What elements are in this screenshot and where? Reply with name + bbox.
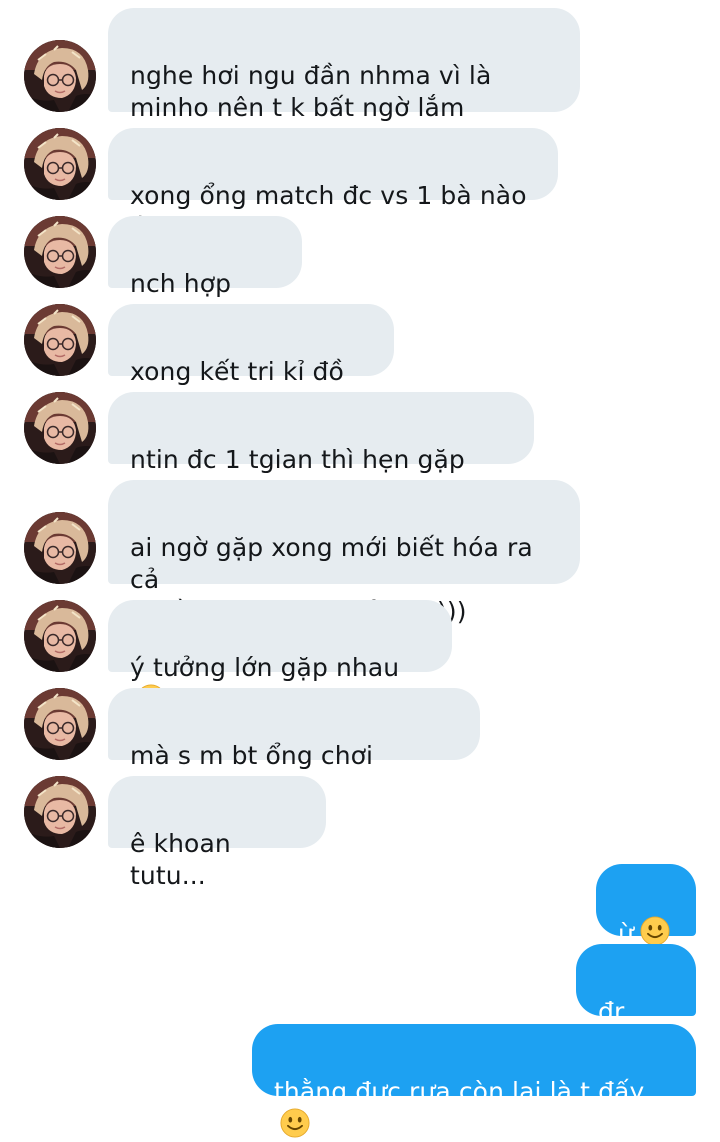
message-text: nghe hơi ngu đần nhma vì là minho nên t … bbox=[130, 61, 492, 122]
incoming-message-bubble[interactable]: nch hợp tính bbox=[108, 216, 302, 330]
message-text: ê khoan tutu... bbox=[130, 829, 231, 890]
sender-avatar[interactable] bbox=[24, 392, 96, 464]
incoming-message-bubble[interactable]: ý tưởng lớn gặp nhau bbox=[108, 600, 452, 672]
sender-avatar[interactable] bbox=[24, 512, 96, 584]
sender-avatar[interactable] bbox=[24, 688, 96, 760]
incoming-message-bubble[interactable]: mà s m bt ổng chơi tinder? bbox=[108, 688, 480, 802]
incoming-message-bubble[interactable]: xong ổng match đc vs 1 bà nào ý bbox=[108, 128, 558, 242]
sender-avatar[interactable] bbox=[24, 128, 96, 200]
outgoing-message-bubble[interactable]: thằng đực rựa còn lại là t đấy bbox=[252, 1024, 696, 1096]
incoming-message-bubble[interactable]: xong kết tri kỉ đồ đó bbox=[108, 304, 394, 418]
incoming-message-bubble[interactable]: ntin đc 1 tgian thì hẹn gặp mặt bbox=[108, 392, 534, 506]
message-text: thằng đực rựa còn lại là t đấy bbox=[274, 1077, 645, 1106]
sender-avatar[interactable] bbox=[24, 600, 96, 672]
outgoing-message-bubble[interactable]: ừ bbox=[596, 864, 696, 948]
incoming-message-bubble[interactable]: ê khoan tutu... bbox=[108, 776, 326, 890]
sender-avatar[interactable] bbox=[24, 40, 96, 112]
message-text: ý tưởng lớn gặp nhau bbox=[130, 653, 400, 682]
sender-avatar[interactable] bbox=[24, 216, 96, 288]
sender-avatar[interactable] bbox=[24, 304, 96, 376]
slightly-smiling-face-icon bbox=[640, 916, 670, 946]
incoming-message-bubble[interactable]: ai ngờ gặp xong mới biết hóa ra cả 2 đều… bbox=[108, 480, 580, 626]
slightly-smiling-face-icon bbox=[280, 1108, 310, 1138]
outgoing-message-bubble[interactable]: đr đấy bbox=[576, 944, 696, 1058]
message-thread: nghe hơi ngu đần nhma vì là minho nên t … bbox=[0, 0, 720, 1101]
sender-avatar[interactable] bbox=[24, 776, 96, 848]
incoming-message-bubble[interactable]: nghe hơi ngu đần nhma vì là minho nên t … bbox=[108, 8, 580, 122]
